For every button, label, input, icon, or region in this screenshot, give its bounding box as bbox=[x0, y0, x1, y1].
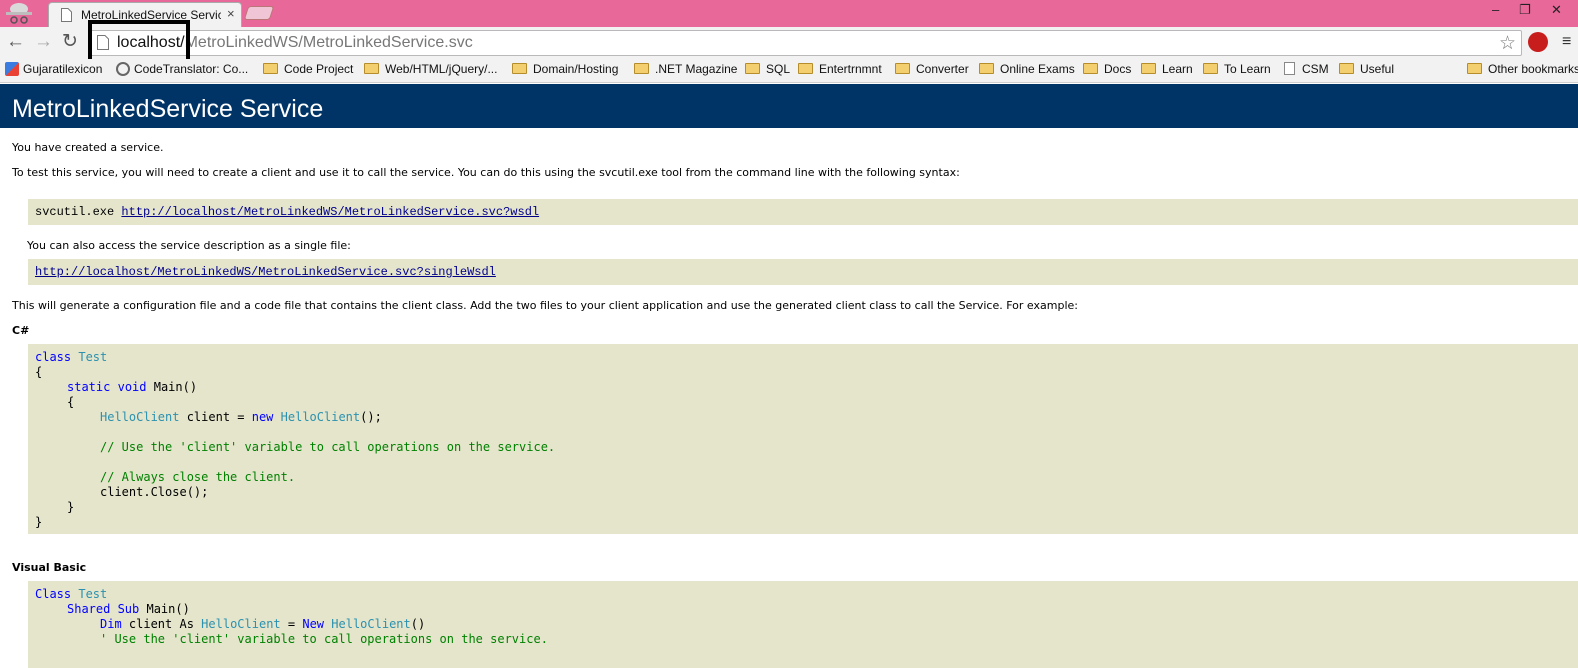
code-line: Dim client As HelloClient = New HelloCli… bbox=[100, 617, 426, 631]
new-tab-button[interactable] bbox=[243, 6, 275, 20]
folder-icon bbox=[1203, 63, 1218, 74]
bookmark-to-learn[interactable]: To Learn bbox=[1203, 62, 1271, 80]
code-comment: ' Use the 'client' variable to call oper… bbox=[100, 632, 548, 646]
bookmark-net-magazine[interactable]: .NET Magazine bbox=[634, 62, 737, 80]
to-test-text: To test this service, you will need to c… bbox=[12, 166, 960, 179]
incognito-icon bbox=[6, 3, 32, 24]
code-comment: // Use the 'client' variable to call ope… bbox=[100, 440, 556, 454]
bookmark-code-project[interactable]: Code Project bbox=[263, 62, 353, 80]
back-icon[interactable]: ← bbox=[6, 32, 25, 52]
page-icon bbox=[1284, 62, 1295, 75]
page-title: MetroLinkedService Service bbox=[0, 84, 1578, 128]
bookmark-sql[interactable]: SQL bbox=[745, 62, 790, 80]
bookmark-gujaratilexicon[interactable]: Gujaratilexicon bbox=[5, 62, 102, 80]
folder-icon bbox=[798, 63, 813, 74]
bookmark-entertainment[interactable]: Entertrnmnt bbox=[798, 62, 882, 80]
bookmark-online-exams[interactable]: Online Exams bbox=[979, 62, 1075, 80]
code-line: HelloClient client = new HelloClient(); bbox=[100, 410, 382, 424]
restore-icon[interactable]: ❐ bbox=[1519, 2, 1531, 18]
code-line: Class Test bbox=[35, 587, 108, 601]
folder-icon bbox=[1083, 63, 1098, 74]
created-text: You have created a service. bbox=[12, 141, 164, 154]
bookmark-other-bookmarks[interactable]: Other bookmarks bbox=[1467, 62, 1578, 80]
code-line: Shared Sub Main() bbox=[67, 602, 190, 616]
code-line: } bbox=[35, 515, 43, 529]
folder-icon bbox=[979, 63, 994, 74]
folder-icon bbox=[1141, 63, 1156, 74]
code-line: class Test bbox=[35, 350, 108, 364]
bookmark-docs[interactable]: Docs bbox=[1083, 62, 1131, 80]
reload-icon[interactable]: ↻ bbox=[62, 32, 78, 52]
bookmark-learn[interactable]: Learn bbox=[1141, 62, 1193, 80]
vb-label: Visual Basic bbox=[12, 561, 87, 574]
address-bar[interactable]: localhost/MetroLinkedWS/MetroLinkedServi… bbox=[88, 30, 1522, 56]
menu-icon[interactable]: ≡ bbox=[1562, 33, 1571, 51]
bookmark-converter[interactable]: Converter bbox=[895, 62, 969, 80]
extension-icon[interactable] bbox=[1528, 32, 1548, 52]
bookmark-web-html[interactable]: Web/HTML/jQuery/... bbox=[364, 62, 497, 80]
url-path: MetroLinkedWS/MetroLinkedService.svc bbox=[184, 34, 473, 51]
wsdl-link[interactable]: http://localhost/MetroLinkedWS/MetroLink… bbox=[121, 205, 539, 219]
code-line: static void Main() bbox=[67, 380, 198, 394]
folder-icon bbox=[1339, 63, 1354, 74]
single-wsdl-box: http://localhost/MetroLinkedWS/MetroLink… bbox=[28, 259, 1578, 285]
code-line: { bbox=[67, 395, 75, 409]
folder-icon bbox=[745, 63, 760, 74]
site-icon bbox=[5, 62, 19, 76]
code-line: } bbox=[67, 500, 75, 514]
svcutil-box: svcutil.exe http://localhost/MetroLinked… bbox=[28, 199, 1578, 225]
code-line: { bbox=[35, 365, 43, 379]
forward-icon[interactable]: → bbox=[34, 32, 53, 52]
vb-code-box: Class Test Shared Sub Main() Dim client … bbox=[28, 581, 1578, 668]
folder-icon bbox=[1467, 63, 1482, 74]
bookmark-codetranslator[interactable]: CodeTranslator: Co... bbox=[116, 62, 248, 80]
single-wsdl-link[interactable]: http://localhost/MetroLinkedWS/MetroLink… bbox=[35, 265, 496, 279]
code-comment: // Always close the client. bbox=[100, 470, 296, 484]
bookmark-star-icon[interactable]: ☆ bbox=[1499, 32, 1516, 55]
folder-icon bbox=[895, 63, 910, 74]
generate-text: This will generate a configuration file … bbox=[12, 299, 1078, 312]
close-tab-icon[interactable]: × bbox=[227, 6, 235, 21]
folder-icon bbox=[512, 63, 527, 74]
folder-icon bbox=[634, 63, 649, 74]
site-icon bbox=[116, 62, 130, 76]
bookmarks-bar: Gujaratilexicon CodeTranslator: Co... Co… bbox=[0, 59, 1578, 83]
bookmark-domain-hosting[interactable]: Domain/Hosting bbox=[512, 62, 618, 80]
folder-icon bbox=[263, 63, 278, 74]
close-window-icon[interactable]: ✕ bbox=[1551, 2, 1562, 18]
svcutil-command: svcutil.exe bbox=[35, 205, 122, 219]
tab-strip: MetroLinkedService Service × – ❐ ✕ bbox=[0, 0, 1578, 27]
minimize-icon[interactable]: – bbox=[1492, 2, 1499, 17]
csharp-code-box: class Test { static void Main() { HelloC… bbox=[28, 344, 1578, 534]
csharp-label: C# bbox=[12, 324, 30, 337]
single-file-text: You can also access the service descript… bbox=[27, 239, 351, 252]
bookmark-csm[interactable]: CSM bbox=[1284, 62, 1329, 80]
code-line: client.Close(); bbox=[100, 485, 209, 499]
folder-icon bbox=[364, 63, 379, 74]
bookmark-useful[interactable]: Useful bbox=[1339, 62, 1394, 80]
page-icon bbox=[61, 8, 72, 22]
browser-toolbar: ← → ↻ localhost/MetroLinkedWS/MetroLinke… bbox=[0, 27, 1578, 59]
